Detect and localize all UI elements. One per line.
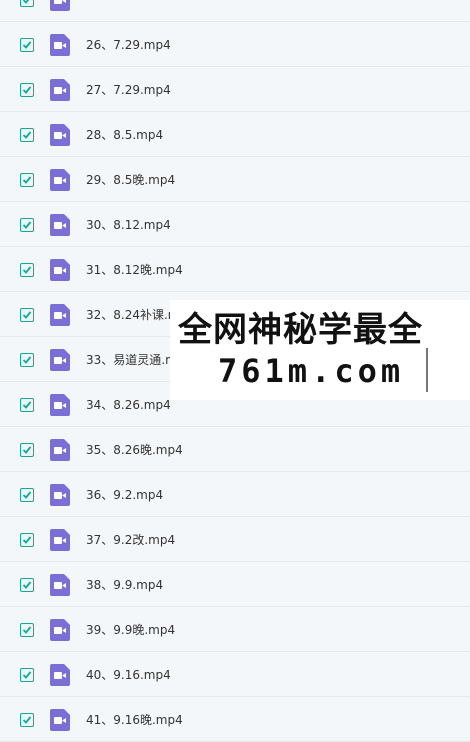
- file-row[interactable]: 28、8.5.mp4: [0, 113, 470, 157]
- checkbox-checked[interactable]: [20, 488, 34, 502]
- checkbox-checked[interactable]: [20, 623, 34, 637]
- file-name[interactable]: 26、7.29.mp4: [86, 36, 171, 53]
- video-file-icon: [50, 124, 70, 146]
- file-name[interactable]: 29、8.5晚.mp4: [86, 171, 175, 188]
- file-row[interactable]: [0, 0, 470, 22]
- checkbox-checked[interactable]: [20, 38, 34, 52]
- video-file-icon: [50, 304, 70, 326]
- checkbox-checked[interactable]: [20, 668, 34, 682]
- file-name[interactable]: 39、9.9晚.mp4: [86, 621, 175, 638]
- checkbox-checked[interactable]: [20, 308, 34, 322]
- file-row[interactable]: 39、9.9晚.mp4: [0, 608, 470, 652]
- checkbox-checked[interactable]: [20, 713, 34, 727]
- checkbox-checked[interactable]: [20, 443, 34, 457]
- checkbox-checked[interactable]: [20, 173, 34, 187]
- file-row[interactable]: 27、7.29.mp4: [0, 68, 470, 112]
- video-file-icon: [50, 259, 70, 281]
- video-file-icon: [50, 484, 70, 506]
- file-row[interactable]: 36、9.2.mp4: [0, 473, 470, 517]
- file-name[interactable]: 38、9.9.mp4: [86, 576, 163, 593]
- file-name[interactable]: 31、8.12晚.mp4: [86, 261, 183, 278]
- file-row[interactable]: 35、8.26晚.mp4: [0, 428, 470, 472]
- watermark-divider: [426, 348, 428, 392]
- file-row[interactable]: 31、8.12晚.mp4: [0, 248, 470, 292]
- checkbox-checked[interactable]: [20, 0, 34, 7]
- file-row[interactable]: 30、8.12.mp4: [0, 203, 470, 247]
- video-file-icon: [50, 169, 70, 191]
- watermark-line2: 761m.com: [218, 352, 405, 390]
- checkbox-checked[interactable]: [20, 83, 34, 97]
- video-file-icon: [50, 394, 70, 416]
- file-name[interactable]: 30、8.12.mp4: [86, 216, 171, 233]
- file-name[interactable]: 35、8.26晚.mp4: [86, 441, 183, 458]
- file-name[interactable]: 34、8.26.mp4: [86, 396, 171, 413]
- file-row[interactable]: 26、7.29.mp4: [0, 23, 470, 67]
- file-row[interactable]: 37、9.2改.mp4: [0, 518, 470, 562]
- file-name[interactable]: 36、9.2.mp4: [86, 486, 163, 503]
- video-file-icon: [50, 529, 70, 551]
- file-row[interactable]: 38、9.9.mp4: [0, 563, 470, 607]
- video-file-icon: [50, 439, 70, 461]
- checkbox-checked[interactable]: [20, 218, 34, 232]
- checkbox-checked[interactable]: [20, 263, 34, 277]
- file-name[interactable]: 41、9.16晚.mp4: [86, 711, 183, 728]
- watermark: 全网神秘学最全 761m.com: [170, 300, 470, 400]
- checkbox-checked[interactable]: [20, 128, 34, 142]
- file-row[interactable]: 29、8.5晚.mp4: [0, 158, 470, 202]
- watermark-line1: 全网神秘学最全: [178, 310, 423, 350]
- file-name[interactable]: 40、9.16.mp4: [86, 666, 171, 683]
- file-row[interactable]: 40、9.16.mp4: [0, 653, 470, 697]
- video-file-icon: [50, 619, 70, 641]
- file-name[interactable]: 28、8.5.mp4: [86, 126, 163, 143]
- file-name[interactable]: 37、9.2改.mp4: [86, 531, 175, 548]
- video-file-icon: [50, 34, 70, 56]
- video-file-icon: [50, 664, 70, 686]
- video-file-icon: [50, 0, 70, 11]
- video-file-icon: [50, 709, 70, 731]
- checkbox-checked[interactable]: [20, 578, 34, 592]
- video-file-icon: [50, 574, 70, 596]
- video-file-icon: [50, 79, 70, 101]
- video-file-icon: [50, 349, 70, 371]
- checkbox-checked[interactable]: [20, 353, 34, 367]
- checkbox-checked[interactable]: [20, 533, 34, 547]
- file-row[interactable]: 41、9.16晚.mp4: [0, 698, 470, 742]
- checkbox-checked[interactable]: [20, 398, 34, 412]
- file-name[interactable]: 27、7.29.mp4: [86, 81, 171, 98]
- video-file-icon: [50, 214, 70, 236]
